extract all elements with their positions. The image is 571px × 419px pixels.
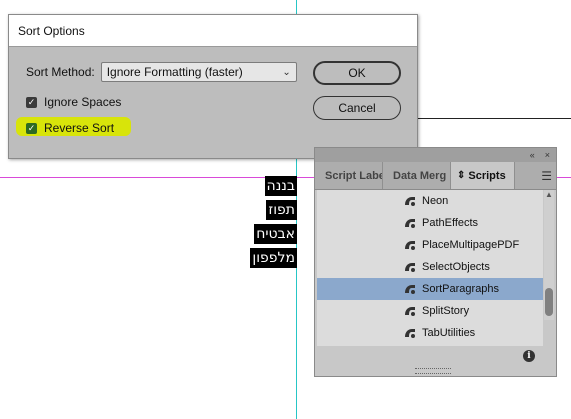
sort-method-select[interactable]: Ignore Formatting (faster) ⌄ xyxy=(100,62,297,82)
script-name: TabUtilities xyxy=(422,327,476,339)
tab-label: Script Labe xyxy=(325,169,383,182)
text-line[interactable]: בננה xyxy=(264,176,297,196)
text-frame[interactable]: בננה תפוז אבטיח מלפפון xyxy=(250,176,297,272)
tab-data-merge[interactable]: Data Merg xyxy=(383,162,451,189)
tab-script-label[interactable]: Script Labe xyxy=(315,162,383,189)
list-scrollbar[interactable]: ▲ xyxy=(544,190,554,320)
ok-button-label: OK xyxy=(348,66,366,80)
resize-grip[interactable] xyxy=(415,368,451,374)
panel-footer: i xyxy=(315,346,556,376)
updown-icon: ⇕ xyxy=(457,170,466,181)
list-item[interactable]: Neon xyxy=(317,190,543,212)
script-icon xyxy=(405,197,415,206)
sort-method-value: Ignore Formatting (faster) xyxy=(106,65,243,79)
scripts-list: Neon PathEffects PlaceMultipagePDF Selec… xyxy=(317,190,543,346)
info-icon[interactable]: i xyxy=(523,350,535,362)
script-name: SelectObjects xyxy=(422,261,490,273)
script-name: SortParagraphs xyxy=(422,283,500,295)
scripts-panel: « × Script Labe Data Merg ⇕ Scripts ☰ Ne… xyxy=(314,147,557,377)
script-icon xyxy=(405,219,415,228)
dialog-title: Sort Options xyxy=(18,23,85,38)
list-item[interactable]: SplitStory xyxy=(317,300,543,322)
ignore-spaces-row[interactable]: ✓ Ignore Spaces xyxy=(26,95,121,109)
dialog-titlebar[interactable]: Sort Options xyxy=(9,15,417,47)
ignore-spaces-checkbox[interactable]: ✓ xyxy=(26,96,37,108)
script-name: PathEffects xyxy=(422,217,479,229)
text-line[interactable]: מלפפון xyxy=(250,248,297,268)
ok-button[interactable]: OK xyxy=(313,61,401,85)
ignore-spaces-label: Ignore Spaces xyxy=(44,95,122,109)
tab-label: Data Merg xyxy=(393,169,447,182)
script-name: PlaceMultipagePDF xyxy=(422,239,520,251)
list-item[interactable]: SelectObjects xyxy=(317,256,543,278)
script-icon xyxy=(405,307,415,316)
tab-label: Scripts xyxy=(468,169,506,182)
list-item[interactable]: PlaceMultipagePDF xyxy=(317,234,543,256)
reverse-sort-row[interactable]: ✓ Reverse Sort xyxy=(26,121,114,135)
script-icon xyxy=(405,263,415,272)
chevron-down-icon: ⌄ xyxy=(282,66,291,78)
script-icon xyxy=(405,285,415,294)
script-name: SplitStory xyxy=(422,305,470,317)
cancel-button-label: Cancel xyxy=(338,101,376,115)
list-item[interactable]: PathEffects xyxy=(317,212,543,234)
sort-method-label: Sort Method: xyxy=(26,65,95,79)
scroll-up-arrow-icon[interactable]: ▲ xyxy=(544,190,554,200)
panel-tabbar: Script Labe Data Merg ⇕ Scripts ☰ xyxy=(315,162,556,190)
page-edge-line xyxy=(418,118,571,119)
panel-header-strip: « × xyxy=(315,148,556,162)
script-name: Neon xyxy=(422,195,449,207)
sort-method-row: Sort Method: Ignore Formatting (faster) … xyxy=(26,62,297,82)
script-icon xyxy=(405,241,415,250)
reverse-sort-checkbox[interactable]: ✓ xyxy=(26,122,37,134)
text-line[interactable]: תפוז xyxy=(266,200,297,220)
collapse-panel-icon[interactable]: « xyxy=(530,150,535,160)
text-line[interactable]: אבטיח xyxy=(254,224,297,244)
script-icon xyxy=(405,329,415,338)
close-panel-icon[interactable]: × xyxy=(545,150,550,160)
list-item[interactable]: TabUtilities xyxy=(317,322,543,344)
sort-options-dialog: Sort Options Sort Method: Ignore Formatt… xyxy=(8,14,418,159)
scroll-thumb[interactable] xyxy=(545,288,553,316)
reverse-sort-label: Reverse Sort xyxy=(44,121,115,135)
panel-menu-icon[interactable]: ☰ xyxy=(541,169,552,183)
list-item-selected[interactable]: SortParagraphs xyxy=(317,278,543,300)
cancel-button[interactable]: Cancel xyxy=(313,96,401,120)
tab-scripts[interactable]: ⇕ Scripts xyxy=(451,162,515,189)
